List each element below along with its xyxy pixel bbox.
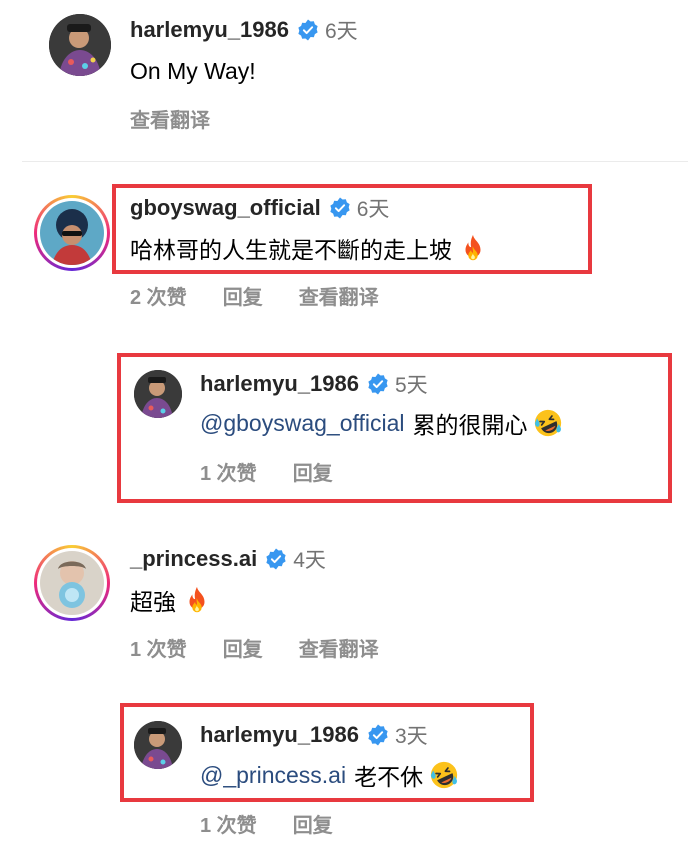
- comment-text: 超強: [130, 582, 212, 618]
- highlight-box: [120, 703, 534, 802]
- fire-emoji-icon: [182, 585, 212, 615]
- likes-count-button[interactable]: 1 次赞: [200, 809, 257, 838]
- highlight-box: [112, 184, 592, 274]
- comment-username[interactable]: _princess.ai: [130, 546, 257, 572]
- likes-count-button[interactable]: 2 次赞: [130, 281, 187, 310]
- comment-time: 4天: [293, 549, 326, 572]
- verified-badge-icon: [265, 548, 287, 570]
- divider: [22, 161, 688, 162]
- avatar[interactable]: [49, 14, 111, 76]
- comment-text: On My Way!: [130, 55, 256, 87]
- avatar: [40, 201, 104, 265]
- likes-count-button[interactable]: 1 次赞: [130, 633, 187, 662]
- translate-button[interactable]: 查看翻译: [130, 104, 210, 133]
- verified-badge-icon: [297, 19, 319, 41]
- comment-text-content: 超強: [130, 589, 176, 615]
- avatar-story-ring[interactable]: [34, 545, 110, 621]
- translate-button[interactable]: 查看翻译: [299, 633, 379, 662]
- comment-username[interactable]: harlemyu_1986: [130, 17, 289, 43]
- reply-button[interactable]: 回复: [223, 633, 263, 662]
- highlight-box: [117, 353, 672, 503]
- reply-button[interactable]: 回复: [293, 809, 333, 838]
- avatar-story-ring[interactable]: [34, 195, 110, 271]
- translate-button[interactable]: 查看翻译: [299, 281, 379, 310]
- comment-text-content: On My Way!: [130, 57, 256, 84]
- avatar: [40, 551, 104, 615]
- reply-button[interactable]: 回复: [223, 281, 263, 310]
- comment-time: 6天: [325, 20, 358, 43]
